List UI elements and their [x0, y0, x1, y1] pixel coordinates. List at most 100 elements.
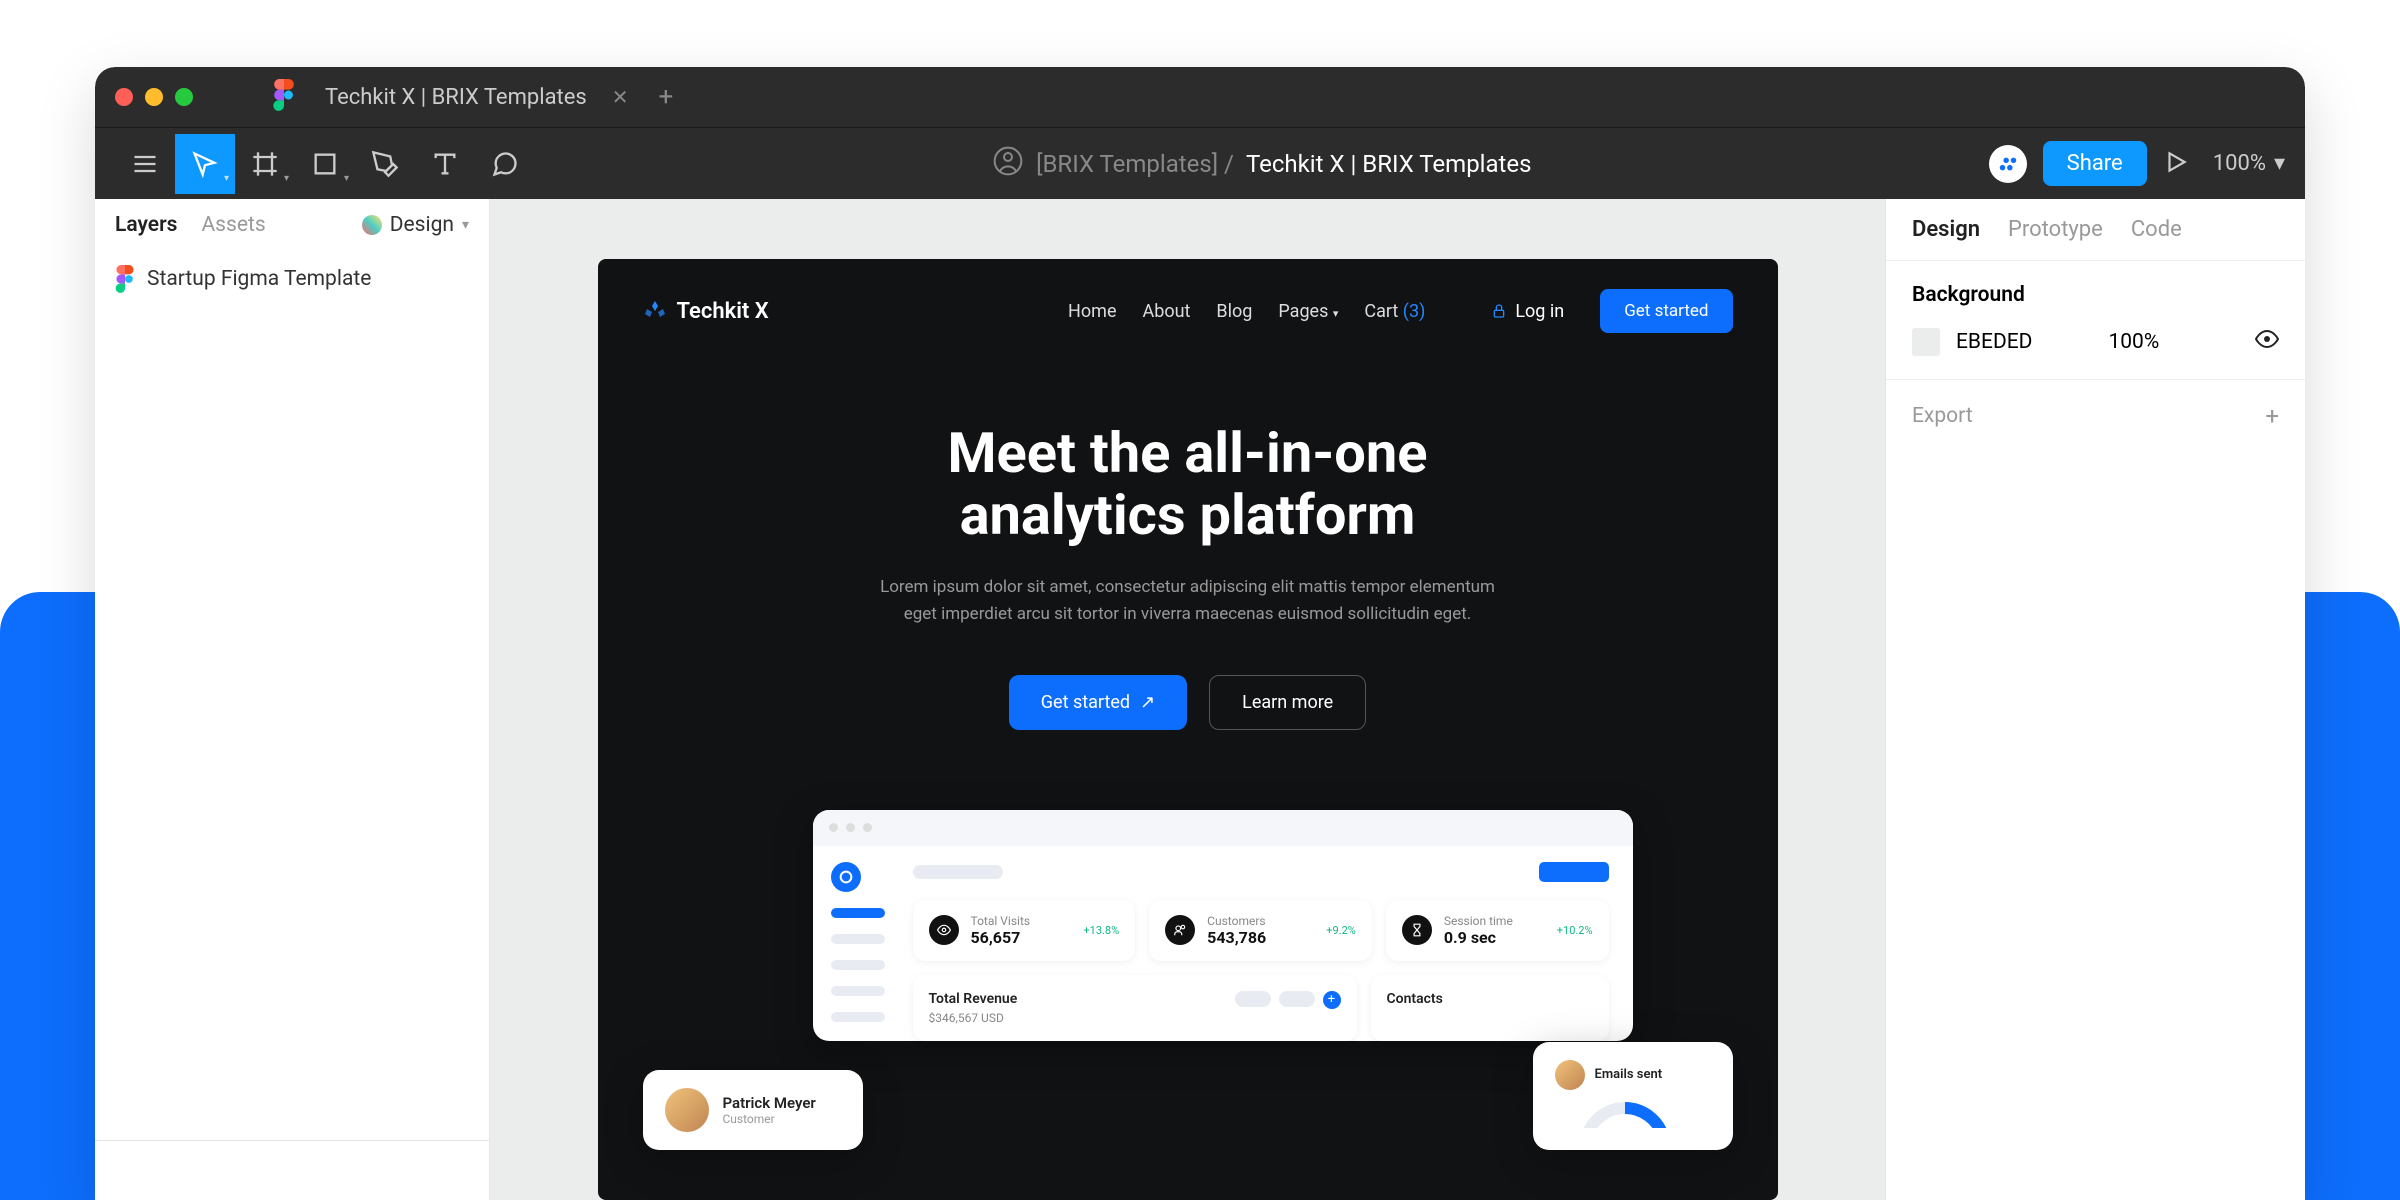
hero-cta-secondary[interactable]: Learn more	[1209, 675, 1366, 730]
design-tab[interactable]: Design	[1912, 217, 1980, 242]
nav-pages[interactable]: Pages ▾	[1278, 301, 1338, 322]
document-title[interactable]: [BRIX Templates] / Techkit X | BRIX Templ…	[535, 145, 1989, 183]
palette-icon	[362, 215, 382, 235]
hourglass-icon	[1402, 915, 1432, 945]
nav-blog[interactable]: Blog	[1216, 301, 1252, 322]
section-title: Background	[1912, 283, 2279, 307]
stat-card-customers: Customers543,786 +9.2%	[1149, 900, 1372, 961]
stat-delta: +13.8%	[1083, 924, 1119, 937]
contacts-card: Contacts	[1371, 975, 1609, 1041]
arrow-icon: ↗	[1140, 692, 1155, 713]
figma-file-icon	[115, 265, 135, 293]
avatar	[1555, 1060, 1585, 1090]
close-tab-icon[interactable]: ✕	[612, 85, 629, 109]
left-panel-footer	[95, 1140, 489, 1200]
minimize-window-icon[interactable]	[145, 88, 163, 106]
comment-tool[interactable]	[475, 134, 535, 194]
nav-about[interactable]: About	[1142, 301, 1190, 322]
stat-delta: +10.2%	[1557, 924, 1593, 937]
present-icon[interactable]	[2163, 149, 2189, 179]
dashboard-logo-icon	[831, 862, 861, 892]
user-avatar[interactable]	[1989, 145, 2027, 183]
site-nav: Techkit X Home About Blog Pages ▾ Cart (…	[643, 289, 1733, 333]
logo-mark-icon	[643, 299, 667, 323]
eye-icon	[929, 915, 959, 945]
hero-subtitle: Lorem ipsum dolor sit amet, consectetur …	[863, 574, 1513, 628]
nav-home[interactable]: Home	[1068, 301, 1116, 322]
maximize-window-icon[interactable]	[175, 88, 193, 106]
customer-float-card: Patrick MeyerCustomer	[643, 1070, 863, 1150]
page-selector[interactable]: Design ▾	[362, 213, 469, 237]
dashboard-search-placeholder	[913, 862, 1527, 882]
brand-name: Techkit X	[677, 299, 769, 324]
export-label: Export	[1912, 404, 1973, 428]
window-titlebar: Techkit X | BRIX Templates ✕ +	[95, 67, 2305, 127]
hamburger-menu-icon[interactable]	[115, 134, 175, 194]
canvas[interactable]: Techkit X Home About Blog Pages ▾ Cart (…	[490, 199, 1885, 1200]
browser-chrome	[813, 810, 1633, 846]
brand-logo[interactable]: Techkit X	[643, 299, 769, 324]
avatar	[665, 1088, 709, 1132]
stat-card-session: Session time0.9 sec +10.2%	[1386, 900, 1609, 961]
dashboard-preview: Total Visits56,657 +13.8% Customers543,7…	[643, 810, 1733, 1110]
stat-delta: +9.2%	[1326, 924, 1356, 937]
code-tab[interactable]: Code	[2131, 217, 2182, 242]
zoom-value: 100%	[2213, 151, 2266, 176]
visibility-toggle-icon[interactable]	[2255, 327, 2279, 357]
traffic-lights	[115, 88, 193, 106]
stat-card-visits: Total Visits56,657 +13.8%	[913, 900, 1136, 961]
rectangle-tool[interactable]: ▾	[295, 134, 355, 194]
frame-tool[interactable]: ▾	[235, 134, 295, 194]
new-tab-button[interactable]: +	[659, 82, 674, 112]
close-window-icon[interactable]	[115, 88, 133, 106]
sidebar-item	[831, 934, 885, 944]
layer-name: Startup Figma Template	[147, 267, 371, 291]
share-button[interactable]: Share	[2043, 141, 2147, 186]
sidebar-item	[831, 1012, 885, 1022]
page-selector-label: Design	[390, 213, 454, 237]
hero-cta-primary[interactable]: Get started↗	[1009, 675, 1187, 730]
text-tool[interactable]	[415, 134, 475, 194]
layers-tab[interactable]: Layers	[115, 213, 177, 237]
chevron-down-icon: ▾	[462, 217, 469, 233]
move-tool[interactable]: ▾	[175, 134, 235, 194]
nav-cart[interactable]: Cart (3)	[1364, 301, 1425, 322]
pen-tool[interactable]	[355, 134, 415, 194]
nav-get-started-button[interactable]: Get started	[1600, 289, 1732, 333]
sidebar-item	[831, 986, 885, 996]
zoom-control[interactable]: 100% ▾	[2213, 151, 2285, 176]
cart-count: (3)	[1403, 301, 1426, 322]
project-name: Techkit X | BRIX Templates	[1246, 150, 1532, 178]
add-export-icon[interactable]: +	[2265, 402, 2279, 430]
dashboard-window: Total Visits56,657 +13.8% Customers543,7…	[813, 810, 1633, 1041]
lock-icon	[1491, 303, 1507, 319]
opacity-value[interactable]: 100%	[2108, 330, 2159, 354]
prototype-tab[interactable]: Prototype	[2008, 217, 2103, 242]
layers-panel: Layers Assets Design ▾ Startup Figma Tem…	[95, 199, 490, 1200]
login-link[interactable]: Log in	[1491, 301, 1564, 322]
dashboard-action-button	[1539, 862, 1609, 882]
hero-section: Meet the all-in-oneanalytics platform Lo…	[643, 423, 1733, 730]
artboard-frame[interactable]: Techkit X Home About Blog Pages ▾ Cart (…	[598, 259, 1778, 1200]
assets-tab[interactable]: Assets	[201, 213, 265, 237]
properties-panel: Design Prototype Code Background EBEDED …	[1885, 199, 2305, 1200]
chevron-down-icon: ▾	[2274, 151, 2285, 176]
hero-title: Meet the all-in-oneanalytics platform	[643, 423, 1733, 546]
figma-app-window: Techkit X | BRIX Templates ✕ + ▾ ▾ ▾ [BR…	[95, 67, 2305, 1200]
color-hex-value[interactable]: EBEDED	[1956, 330, 2032, 354]
document-tab[interactable]: Techkit X | BRIX Templates ✕	[325, 85, 629, 110]
color-swatch[interactable]	[1912, 328, 1940, 356]
layer-row[interactable]: Startup Figma Template	[95, 251, 489, 307]
donut-chart-icon	[1555, 1098, 1695, 1128]
dashboard-sidebar	[813, 846, 903, 1041]
sidebar-item	[831, 960, 885, 970]
tab-title: Techkit X | BRIX Templates	[325, 85, 587, 110]
background-section: Background EBEDED 100%	[1886, 261, 2305, 380]
project-folder: [BRIX Templates] /	[1036, 150, 1234, 178]
login-label: Log in	[1515, 301, 1564, 322]
main-toolbar: ▾ ▾ ▾ [BRIX Templates] / Techkit X | BRIX…	[95, 127, 2305, 199]
plus-icon: +	[1323, 991, 1341, 1009]
user-icon	[992, 145, 1024, 183]
emails-float-card: Emails sent	[1533, 1042, 1733, 1150]
figma-logo-icon	[233, 79, 295, 115]
